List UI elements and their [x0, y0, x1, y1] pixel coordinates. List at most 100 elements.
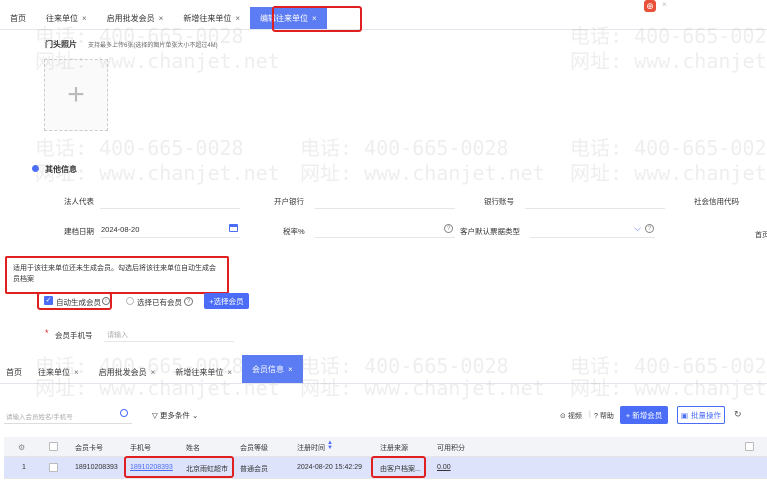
highlight-box	[272, 6, 362, 32]
select-existing-label: 选择已有会员	[137, 298, 182, 307]
member-search-input[interactable]: 请输入会员姓名/手机号	[4, 406, 132, 424]
help-icon[interactable]: ?	[645, 224, 654, 233]
col-reg-time[interactable]: 注册时间	[297, 443, 325, 453]
col-phone[interactable]: 手机号	[130, 443, 151, 453]
col-level[interactable]: 会员等级	[240, 443, 268, 453]
tab-new-partner[interactable]: 新增往来单位 ×	[165, 361, 242, 383]
member-phone-input[interactable]: 请输入	[104, 326, 234, 342]
highlight-box	[371, 456, 426, 478]
filter-icon: ▽	[152, 411, 158, 420]
refresh-icon[interactable]: ↻	[734, 409, 742, 420]
tax-rate-input[interactable]: ?	[315, 222, 455, 238]
batch-label: 批量操作	[691, 410, 722, 420]
close-icon[interactable]: ×	[151, 368, 156, 377]
col-name[interactable]: 姓名	[186, 443, 200, 453]
row-checkbox[interactable]	[49, 463, 58, 472]
close-icon[interactable]: ×	[159, 14, 164, 23]
invoice-type-select[interactable]: ⌵ ?	[530, 222, 655, 238]
legal-rep-input[interactable]	[100, 193, 240, 209]
sort-icon[interactable]: ▲ ▼	[327, 440, 333, 451]
settings-icon[interactable]: ⚙	[18, 443, 25, 452]
help-link[interactable]: ? 帮助	[594, 411, 614, 421]
required-mark: *	[45, 328, 49, 338]
watermark-site: 网址: www.chanjet.net	[570, 161, 767, 185]
section-dot-icon	[32, 165, 39, 172]
close-icon[interactable]: ×	[74, 368, 79, 377]
credit-code-label: 社会信用代码	[694, 197, 739, 206]
calendar-icon[interactable]	[229, 224, 238, 232]
highlight-box	[124, 456, 234, 478]
tab-label: 往来单位	[46, 13, 78, 23]
member-phone-placeholder: 请输入	[107, 332, 128, 339]
select-member-button[interactable]: +选择会员	[204, 293, 249, 309]
setup-date-value: 2024-08-20	[101, 225, 140, 234]
tab-new-partner[interactable]: 新增往来单位 ×	[173, 7, 250, 29]
play-icon: ⊙	[560, 413, 566, 420]
tab-home[interactable]: 首页	[0, 361, 28, 383]
store-photo-label: 门头照片	[45, 40, 77, 49]
tab-label: 会员信息	[252, 364, 285, 374]
col-source[interactable]: 注册来源	[380, 443, 408, 453]
more-filters-button[interactable]: ▽ 更多条件 ⌄	[152, 410, 198, 421]
watermark-phone: 电话: 400-665-0028	[300, 136, 509, 160]
tab-enable-wholesale-member[interactable]: 启用批发会员 ×	[97, 7, 174, 29]
add-member-button[interactable]: + 新增会员	[620, 406, 668, 424]
select-existing-radio[interactable]	[126, 297, 134, 305]
tab-label: 启用批发会员	[98, 367, 147, 377]
close-icon[interactable]: ×	[227, 368, 232, 377]
bank-input[interactable]	[315, 193, 455, 209]
close-icon[interactable]: ×	[82, 14, 87, 23]
watermark-phone: 电话: 400-665-0028	[570, 136, 767, 160]
cut-off-text: 首页	[755, 232, 767, 239]
app-logo-icon: ⊕	[644, 0, 656, 12]
more-filters-label: 更多条件	[159, 411, 190, 420]
tab-home[interactable]: 首页	[0, 7, 36, 29]
help-label: 帮助	[599, 413, 614, 420]
cell-card-no: 18910208393	[75, 464, 118, 471]
legal-rep-label: 法人代表	[64, 197, 94, 206]
tax-rate-label: 税率%	[283, 227, 305, 236]
help-icon[interactable]: ?	[184, 297, 193, 306]
tab-partners[interactable]: 往来单位 ×	[36, 7, 97, 29]
close-icon[interactable]: ×	[235, 14, 240, 23]
batch-operations-button[interactable]: ▣ 批量操作	[677, 406, 725, 424]
setup-date-label: 建档日期	[64, 227, 94, 236]
tab-label: 新增往来单位	[175, 367, 224, 377]
bank-account-input[interactable]	[525, 193, 665, 209]
auto-generate-checkbox[interactable]: ✓	[44, 296, 53, 305]
auto-generate-label: 自动生成会员	[56, 298, 101, 307]
watermark-site: 网址: www.chanjet.net	[300, 161, 545, 185]
tab-enable-wholesale-member[interactable]: 启用批发会员 ×	[89, 361, 166, 383]
watermark-phone: 电话: 400-665-0028	[35, 136, 244, 160]
divider: |	[589, 411, 591, 418]
watermark-site: 网址: www.chanjet.net	[570, 49, 767, 73]
select-all-checkbox[interactable]	[49, 442, 58, 451]
cell-level: 普通会员	[240, 466, 268, 473]
store-photo-hint: 支持最多上传6张(选择的图片单张大小不超过4M)	[88, 43, 218, 49]
cell-reg-time: 2024-08-20 15:42:29	[297, 464, 362, 471]
help-icon[interactable]: ?	[444, 224, 453, 233]
tab-label: 首页	[10, 13, 26, 23]
close-icon[interactable]: ×	[662, 0, 667, 9]
close-icon[interactable]: ×	[288, 365, 293, 374]
column-checkbox[interactable]	[745, 442, 754, 451]
video-link[interactable]: ⊙ 视频	[560, 411, 582, 421]
col-points[interactable]: 可用积分	[437, 443, 465, 453]
tab-member-info[interactable]: 会员信息 ×	[242, 355, 303, 383]
cell-points[interactable]: 0.00	[437, 464, 451, 471]
member-search-placeholder: 请输入会员姓名/手机号	[6, 414, 73, 421]
section-title: 其他信息	[45, 165, 77, 174]
chevron-down-icon: ⌄	[191, 411, 199, 420]
tab-partners[interactable]: 往来单位 ×	[28, 361, 89, 383]
tab-label: 首页	[6, 367, 22, 377]
video-label: 视频	[567, 413, 582, 420]
bank-label: 开户银行	[274, 197, 304, 206]
tab-label: 新增往来单位	[183, 13, 232, 23]
auto-member-tooltip: 适用于该往来单位还未生成会员。勾选后将该往来单位自动生成会员档案	[5, 256, 229, 294]
tab-label: 启用批发会员	[106, 13, 155, 23]
photo-upload-button[interactable]: +	[44, 59, 108, 131]
col-card-no[interactable]: 会员卡号	[75, 443, 103, 453]
search-icon[interactable]	[120, 409, 128, 417]
info-icon[interactable]: i	[102, 297, 110, 305]
setup-date-input[interactable]: 2024-08-20	[100, 222, 240, 238]
